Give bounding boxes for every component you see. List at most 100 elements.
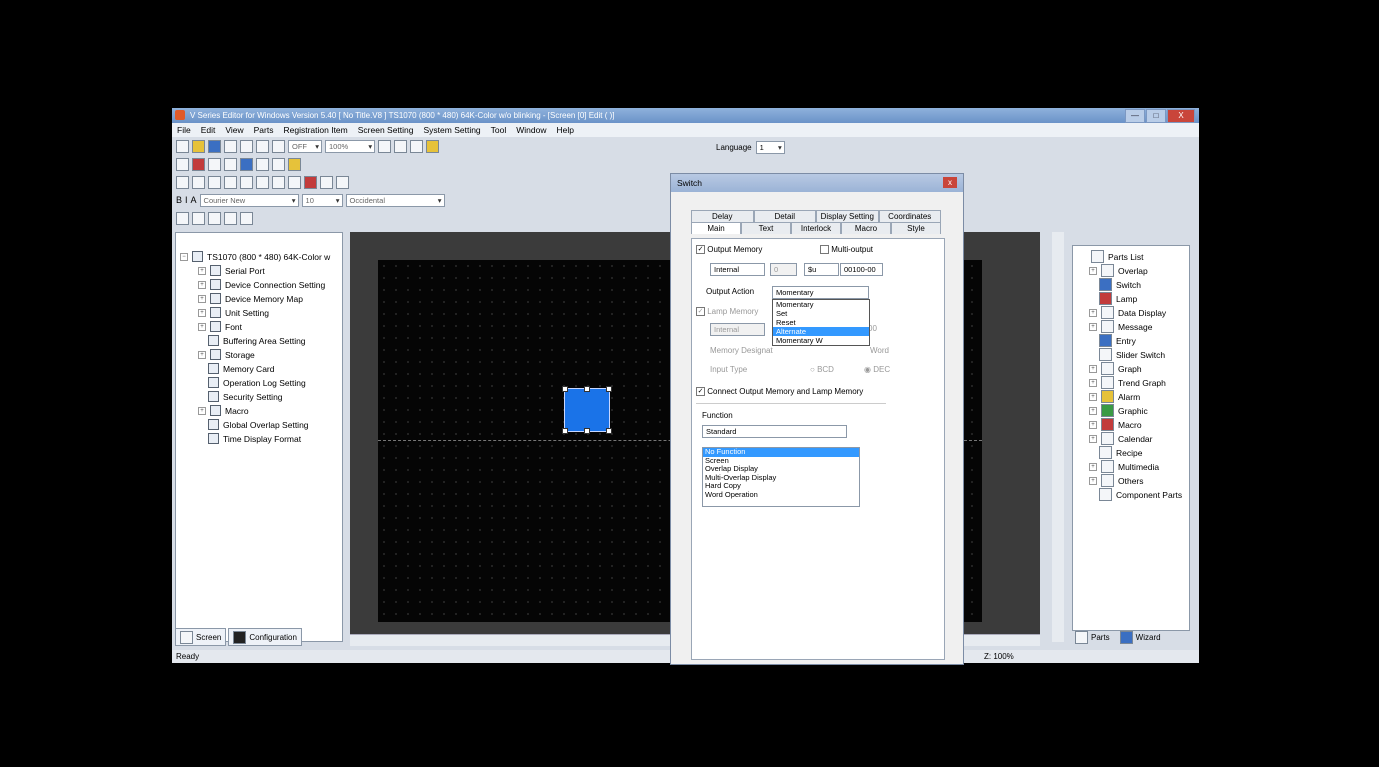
vertical-scrollbar[interactable]: [1052, 232, 1064, 642]
tab-coordinates[interactable]: Coordinates: [878, 210, 941, 222]
tool2-icon[interactable]: [192, 157, 205, 171]
tab-style[interactable]: Style: [891, 222, 941, 234]
memory-index-field[interactable]: 0: [770, 263, 797, 276]
transfer-icon[interactable]: [224, 139, 237, 153]
lamp-memory-checkbox[interactable]: ✓ Lamp Memory: [696, 307, 758, 317]
open-icon[interactable]: [192, 139, 205, 153]
copy-icon[interactable]: [224, 211, 237, 225]
parts-message[interactable]: + Message: [1089, 320, 1153, 333]
save-icon[interactable]: [208, 139, 221, 153]
tab-display-setting[interactable]: Display Setting: [816, 210, 879, 222]
tool5-icon[interactable]: [240, 157, 253, 171]
tab-screen[interactable]: Screen: [175, 628, 227, 646]
memory-prefix-combo[interactable]: $u: [804, 263, 839, 276]
parts-data-display[interactable]: + Data Display: [1089, 306, 1166, 319]
layer-icon[interactable]: [240, 211, 253, 225]
tab-macro[interactable]: Macro: [841, 222, 891, 234]
menu-window[interactable]: Window: [511, 125, 551, 135]
parts-entry[interactable]: Entry: [1099, 334, 1136, 347]
parts-lamp[interactable]: Lamp: [1099, 292, 1137, 305]
tab-wizard[interactable]: Wizard: [1117, 628, 1164, 646]
help-icon[interactable]: [426, 139, 440, 153]
tool6-icon[interactable]: [256, 157, 269, 171]
tree-time-display[interactable]: Time Display Format: [208, 433, 301, 444]
arrow-left-icon[interactable]: [378, 139, 392, 153]
multi-output-checkbox[interactable]: Multi-output: [820, 245, 873, 255]
connect-memory-checkbox[interactable]: ✓ Connect Output Memory and Lamp Memory: [696, 387, 863, 397]
grid-icon[interactable]: [410, 139, 424, 153]
close-button[interactable]: X: [1167, 109, 1195, 123]
tab-parts[interactable]: Parts: [1072, 628, 1113, 646]
option-reset[interactable]: Reset: [773, 318, 869, 327]
parts-graphic[interactable]: + Graphic: [1089, 404, 1148, 417]
menu-view[interactable]: View: [220, 125, 248, 135]
tree-memory-card[interactable]: Memory Card: [208, 363, 274, 374]
menu-screen-setting[interactable]: Screen Setting: [353, 125, 419, 135]
circle-icon[interactable]: [208, 175, 221, 189]
menu-file[interactable]: File: [172, 125, 196, 135]
option-momentary[interactable]: Momentary: [773, 300, 869, 309]
parts-multimedia[interactable]: + Multimedia: [1089, 460, 1159, 473]
menu-registration-item[interactable]: Registration Item: [278, 125, 352, 135]
italic-icon[interactable]: I: [185, 195, 188, 205]
minimize-button[interactable]: —: [1125, 109, 1145, 123]
option-alternate[interactable]: Alternate: [773, 327, 869, 336]
charset-combo[interactable]: Occidental: [345, 193, 445, 207]
bracket-icon[interactable]: [256, 175, 269, 189]
parts-others[interactable]: + Others: [1089, 474, 1144, 487]
tool8-icon[interactable]: [288, 157, 301, 171]
menu-edit[interactable]: Edit: [196, 125, 221, 135]
order-icon[interactable]: [208, 211, 221, 225]
tree-device-connection[interactable]: + Device Connection Setting: [198, 279, 325, 290]
output-action-combo[interactable]: Momentary: [772, 286, 869, 299]
tab-configuration[interactable]: Configuration: [228, 628, 302, 646]
line-icon[interactable]: [176, 175, 189, 189]
word-radio[interactable]: Word: [870, 346, 889, 355]
tab-delay[interactable]: Delay: [691, 210, 754, 222]
tree-macro[interactable]: + Macro: [198, 405, 249, 416]
menu-help[interactable]: Help: [552, 125, 579, 135]
parts-list-item[interactable]: Parts List: [1091, 250, 1143, 263]
tree-storage[interactable]: + Storage: [198, 349, 255, 360]
tree-global-overlap[interactable]: Global Overlap Setting: [208, 419, 309, 430]
zoom-icon[interactable]: [256, 139, 269, 153]
zoom-combo[interactable]: 100%: [325, 139, 376, 153]
function-combo[interactable]: Standard: [702, 425, 847, 438]
font-a-icon[interactable]: A: [191, 195, 197, 205]
dialog-close-button[interactable]: x: [943, 177, 957, 188]
parts-overlap[interactable]: + Overlap: [1089, 264, 1148, 277]
tab-interlock[interactable]: Interlock: [791, 222, 841, 234]
tool3-icon[interactable]: [208, 157, 221, 171]
menu-system-setting[interactable]: System Setting: [419, 125, 486, 135]
group-icon[interactable]: [192, 211, 205, 225]
bcd-radio[interactable]: ○ BCD: [810, 365, 834, 374]
parts-trend-graph[interactable]: + Trend Graph: [1089, 376, 1166, 389]
tab-text[interactable]: Text: [741, 222, 791, 234]
function-word-operation[interactable]: Word Operation: [703, 490, 859, 500]
maximize-button[interactable]: □: [1146, 109, 1166, 123]
fill-color-icon[interactable]: [320, 175, 333, 189]
option-set[interactable]: Set: [773, 309, 869, 318]
tab-detail[interactable]: Detail: [753, 210, 816, 222]
parts-calendar[interactable]: + Calendar: [1089, 432, 1153, 445]
mode-icon[interactable]: [272, 139, 285, 153]
parts-switch[interactable]: Switch: [1099, 278, 1141, 291]
line-color-icon[interactable]: [304, 175, 317, 189]
paint-icon[interactable]: [240, 175, 253, 189]
tool1-icon[interactable]: [176, 157, 189, 171]
print-icon[interactable]: [240, 139, 253, 153]
tree-serial-port[interactable]: + Serial Port: [198, 265, 265, 276]
parts-alarm[interactable]: + Alarm: [1089, 390, 1140, 403]
tree-buffering-area[interactable]: Buffering Area Setting: [208, 335, 306, 346]
switch-part[interactable]: [562, 386, 612, 434]
tree-device-memory-map[interactable]: + Device Memory Map: [198, 293, 303, 304]
menu-tool[interactable]: Tool: [486, 125, 512, 135]
new-icon[interactable]: [176, 139, 189, 153]
parts-macro[interactable]: + Macro: [1089, 418, 1142, 431]
parts-recipe[interactable]: Recipe: [1099, 446, 1142, 459]
language-combo[interactable]: 1: [755, 141, 785, 154]
text-icon[interactable]: [224, 175, 237, 189]
tab-main[interactable]: Main: [691, 222, 741, 234]
option-momentary-w[interactable]: Momentary W: [773, 336, 869, 345]
menu-parts[interactable]: Parts: [249, 125, 279, 135]
